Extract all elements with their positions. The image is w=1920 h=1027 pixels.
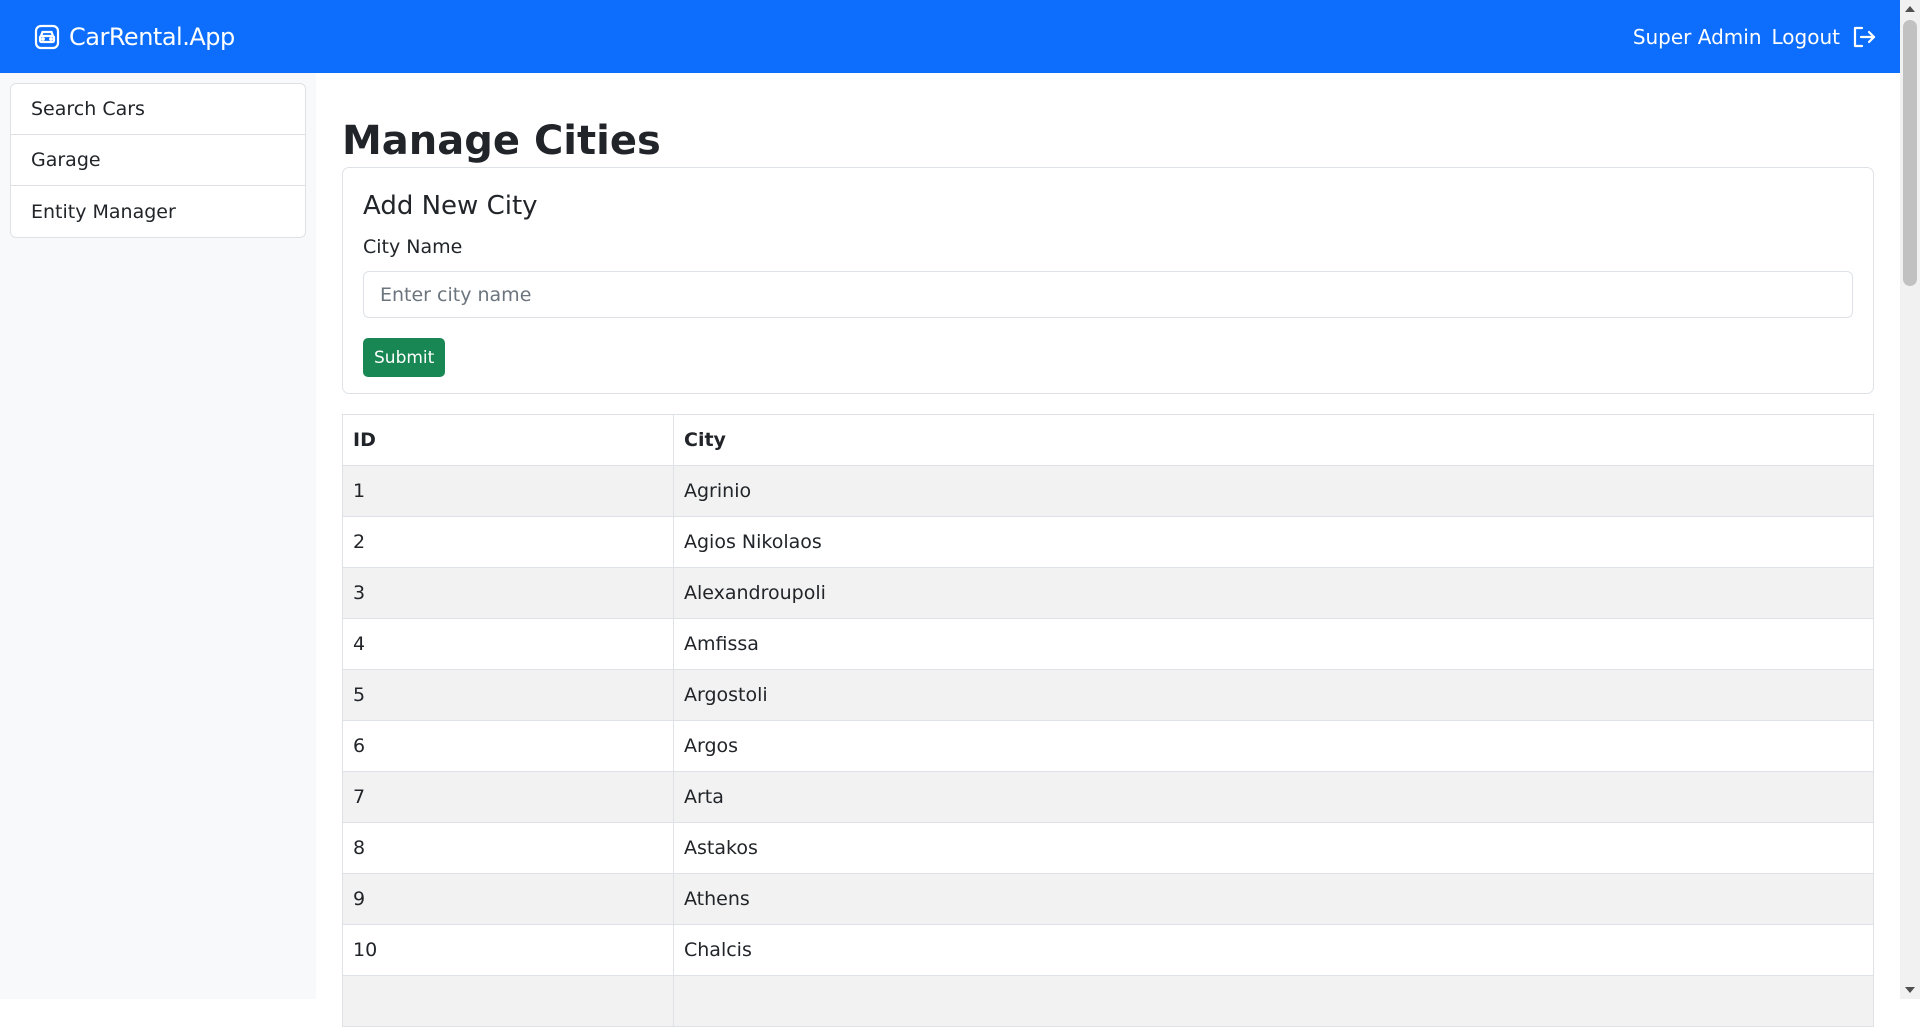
cell-city: Arta	[673, 771, 1874, 823]
cell-id: 4	[342, 618, 674, 670]
table-row[interactable]: 4 Amfissa	[342, 618, 1874, 670]
table-header-row: ID City	[342, 414, 1874, 466]
table-row[interactable]: 10 Chalcis	[342, 924, 1874, 976]
cell-city: Athens	[673, 873, 1874, 925]
table-row[interactable]: 1 Agrinio	[342, 465, 1874, 517]
table-row[interactable]: 5 Argostoli	[342, 669, 1874, 721]
main-content: Manage Cities Add New City City Name Sub…	[342, 73, 1874, 1027]
table-row[interactable]: 9 Athens	[342, 873, 1874, 925]
cell-id	[342, 975, 674, 1027]
cell-id: 2	[342, 516, 674, 568]
scroll-up-arrow-icon[interactable]	[1905, 6, 1915, 12]
table-row[interactable]: 6 Argos	[342, 720, 1874, 772]
cell-id: 9	[342, 873, 674, 925]
column-header-id[interactable]: ID	[342, 414, 674, 466]
sidebar-menu: Search Cars Garage Entity Manager	[10, 83, 306, 238]
sidebar-item-garage[interactable]: Garage	[11, 135, 305, 186]
card-title: Add New City	[363, 191, 538, 221]
top-navbar: CarRental.App Super Admin Logout	[0, 0, 1900, 73]
sidebar-item-label: Search Cars	[31, 98, 145, 120]
cell-city: Argostoli	[673, 669, 1874, 721]
sidebar: Search Cars Garage Entity Manager	[0, 73, 316, 999]
page-scrollbar[interactable]	[1900, 0, 1920, 999]
cell-id: 5	[342, 669, 674, 721]
city-name-input[interactable]	[363, 271, 1853, 318]
brand-name: CarRental.App	[69, 22, 235, 51]
cell-id: 3	[342, 567, 674, 619]
cell-city: Agrinio	[673, 465, 1874, 517]
cell-city	[673, 975, 1874, 1027]
table-row[interactable]	[342, 975, 1874, 1027]
scroll-down-arrow-icon[interactable]	[1905, 987, 1915, 993]
cities-table: ID City 1 Agrinio 2 Agios Nikolaos 3 Ale…	[342, 414, 1874, 1027]
cell-id: 6	[342, 720, 674, 772]
logout-label: Logout	[1771, 24, 1840, 49]
cell-id: 1	[342, 465, 674, 517]
page-title: Manage Cities	[342, 118, 661, 164]
logout-link[interactable]: Logout	[1772, 23, 1878, 51]
sidebar-item-label: Entity Manager	[31, 200, 176, 223]
user-name: Super Admin	[1632, 24, 1762, 49]
sidebar-item-search-cars[interactable]: Search Cars	[11, 84, 305, 135]
table-row[interactable]: 7 Arta	[342, 771, 1874, 823]
sidebar-item-entity-manager[interactable]: Entity Manager	[11, 186, 305, 237]
box-arrow-right-icon	[1853, 26, 1876, 47]
cell-id: 7	[342, 771, 674, 823]
scrollbar-thumb[interactable]	[1903, 20, 1917, 286]
cell-city: Astakos	[673, 822, 1874, 874]
column-header-city[interactable]: City	[673, 414, 1874, 466]
table-row[interactable]: 8 Astakos	[342, 822, 1874, 874]
cell-id: 10	[342, 924, 674, 976]
add-city-card: Add New City City Name Submit	[342, 167, 1874, 394]
cell-city: Argos	[673, 720, 1874, 772]
submit-button[interactable]: Submit	[363, 338, 446, 377]
cell-city: Agios Nikolaos	[673, 516, 1874, 568]
city-name-label: City Name	[363, 236, 463, 258]
cell-city: Alexandroupoli	[673, 567, 1874, 619]
cell-city: Amfissa	[673, 618, 1874, 670]
cell-city: Chalcis	[673, 924, 1874, 976]
nav-user-area: Super Admin Logout	[1633, 23, 1878, 51]
car-front-icon	[34, 24, 60, 49]
brand[interactable]: CarRental.App	[33, 23, 235, 51]
table-row[interactable]: 2 Agios Nikolaos	[342, 516, 1874, 568]
cell-id: 8	[342, 822, 674, 874]
table-row[interactable]: 3 Alexandroupoli	[342, 567, 1874, 619]
sidebar-item-label: Garage	[31, 149, 101, 171]
